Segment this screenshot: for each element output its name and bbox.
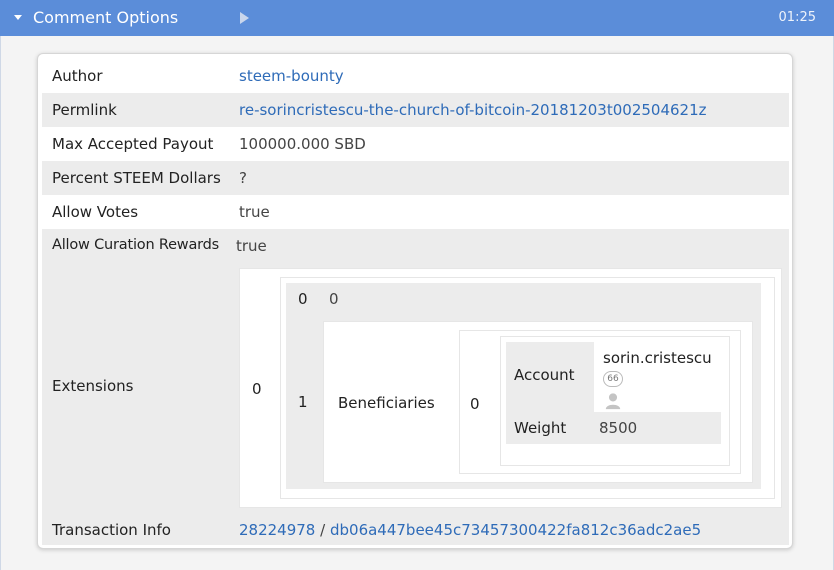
details-panel: Author steem-bounty Permlink re-sorincri… [37,53,793,549]
row-allow-curation: Allow Curation Rewards true [42,229,789,263]
permlink-label: Permlink [52,101,117,119]
beneficiaries-label: Beneficiaries [338,394,435,412]
author-link[interactable]: steem-bounty [239,67,344,85]
operation-header[interactable]: Comment Options 01:25 [0,0,834,36]
beneficiaries-list: 0 Account sorin.cristescu 66 Weight 8500 [459,330,741,474]
row-percent-sd: Percent STEEM Dollars ? [42,161,789,195]
tx-separator: / [320,521,326,539]
transaction-value: 28224978 / db06a447bee45c73457300422fa81… [239,521,701,539]
account-key-cell: Account [506,342,594,412]
ext-row-1-index: 1 [298,393,308,411]
play-icon [240,12,249,24]
user-avatar-icon [605,393,621,410]
extension-item-table: 0 0 1 Beneficiaries 0 Account sorin.cris… [280,277,775,499]
reputation-badge: 66 [603,371,623,387]
allow-curation-label: Allow Curation Rewards [52,237,220,253]
transaction-label: Transaction Info [52,521,171,539]
ext-row-0: 0 0 [286,283,762,315]
beneficiary-table: Account sorin.cristescu 66 Weight 8500 [500,336,730,466]
weight-value: 8500 [599,419,638,437]
max-payout-value: 100000.000 SBD [239,135,366,153]
percent-sd-value: ? [239,169,247,187]
account-link[interactable]: sorin.cristescu [603,349,712,367]
tx-hash-link[interactable]: db06a447bee45c73457300422fa812c36adc2ae5 [330,521,701,539]
beneficiary-index: 0 [470,395,480,413]
max-payout-label: Max Accepted Payout [52,135,214,153]
ext-row-1: 1 Beneficiaries 0 Account sorin.cristesc… [286,315,761,489]
operation-time: 01:25 [778,10,816,25]
weight-row: Weight 8500 [506,412,721,444]
row-author: Author steem-bounty [42,59,789,93]
allow-votes-label: Allow Votes [52,203,139,221]
row-max-payout: Max Accepted Payout 100000.000 SBD [42,127,789,161]
beneficiaries-table: Beneficiaries 0 Account sorin.cristescu … [323,321,753,483]
ext-row-0-index: 0 [298,290,308,308]
author-label: Author [52,67,103,85]
allow-curation-value: true [236,237,267,255]
caret-down-icon[interactable] [14,15,22,20]
block-link[interactable]: 28224978 [239,521,315,539]
ext-row-0-value: 0 [329,290,339,308]
row-permlink: Permlink re-sorincristescu-the-church-of… [42,93,789,127]
extensions-index: 0 [252,380,262,398]
row-extensions: Extensions 0 0 0 1 Beneficiaries 0 Accou… [42,263,789,515]
extensions-table: 0 0 0 1 Beneficiaries 0 Account sorin.cr… [239,268,782,508]
allow-votes-value: true [239,203,270,221]
row-transaction: Transaction Info 28224978 / db06a447bee4… [42,515,789,545]
row-allow-votes: Allow Votes true [42,195,789,229]
permlink-link[interactable]: re-sorincristescu-the-church-of-bitcoin-… [239,101,707,119]
account-label: Account [514,366,575,384]
operation-title: Comment Options [33,8,179,27]
extensions-label: Extensions [52,377,134,395]
percent-sd-label: Percent STEEM Dollars [52,169,221,187]
weight-label: Weight [514,419,567,437]
left-border [0,36,1,570]
